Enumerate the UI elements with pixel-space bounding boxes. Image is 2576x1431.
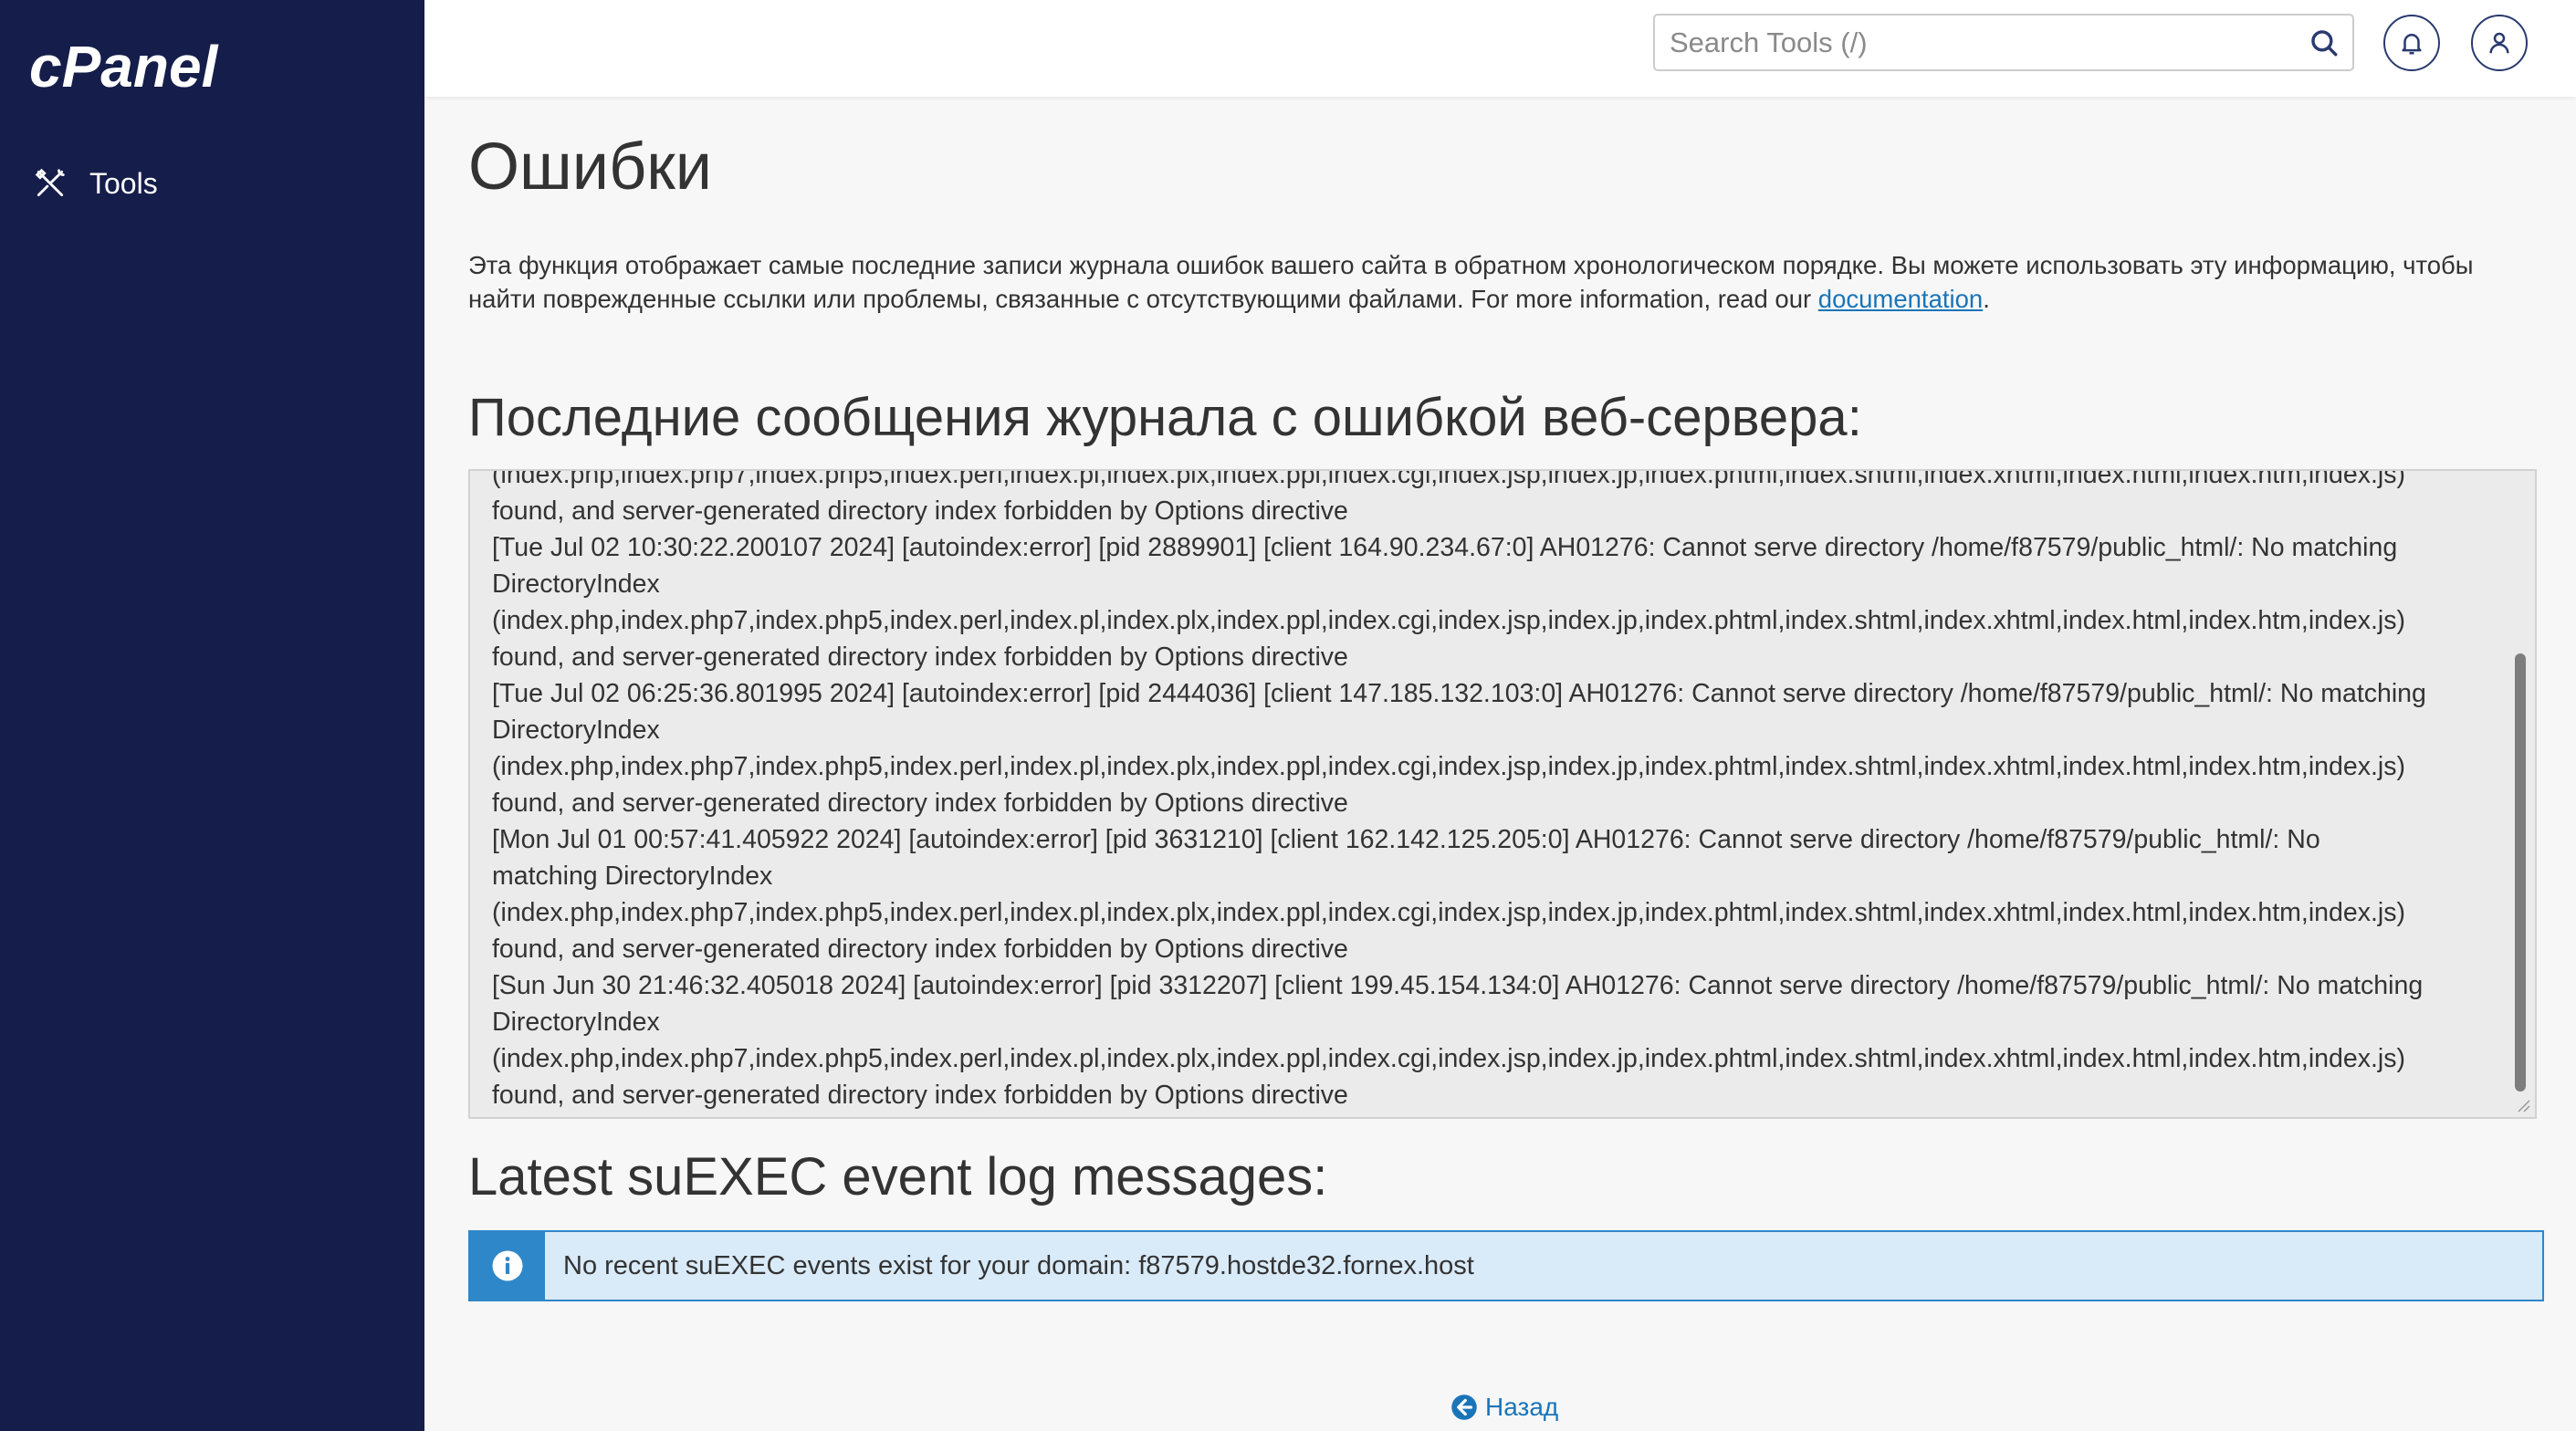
- documentation-link[interactable]: documentation: [1818, 285, 1983, 313]
- user-menu-button[interactable]: [2471, 15, 2528, 71]
- info-icon: [492, 1250, 523, 1281]
- error-log-content: (index.php,index.php7,index.php5,index.p…: [492, 469, 2426, 1110]
- arrow-left-circle-icon: [1451, 1394, 1477, 1420]
- svg-text:cPanel: cPanel: [29, 37, 219, 99]
- error-log-scrollbar[interactable]: [2515, 653, 2526, 1092]
- notifications-button[interactable]: [2383, 15, 2440, 71]
- error-log-textarea[interactable]: (index.php,index.php7,index.php5,index.p…: [468, 469, 2537, 1119]
- back-link-label: Назад: [1485, 1393, 1559, 1421]
- page-description: Эта функция отображает самые последние з…: [468, 248, 2531, 316]
- sidebar-item-label: Tools: [89, 166, 158, 200]
- top-header: [424, 0, 2576, 97]
- error-log-title: Последние сообщения журнала с ошибкой ве…: [468, 388, 1862, 447]
- suexec-alert-text: No recent suEXEC events exist for your d…: [563, 1250, 1474, 1280]
- description-end: .: [1983, 285, 1990, 313]
- user-icon: [2489, 32, 2509, 54]
- tools-icon: [35, 168, 65, 197]
- cpanel-logo[interactable]: cPanel: [29, 37, 248, 100]
- suexec-info-alert: No recent suEXEC events exist for your d…: [468, 1230, 2544, 1301]
- search-box: [1653, 14, 2354, 71]
- description-text: Эта функция отображает самые последние з…: [468, 251, 2474, 313]
- search-icon[interactable]: [2309, 27, 2340, 58]
- page-title: Ошибки: [468, 131, 712, 204]
- resize-grip-icon[interactable]: [2515, 1097, 2531, 1113]
- sidebar-item-tools[interactable]: Tools: [33, 162, 158, 204]
- bell-icon: [2402, 34, 2422, 55]
- sidebar: cPanel Tools: [0, 0, 424, 1431]
- back-link[interactable]: Назад: [1450, 1393, 1558, 1422]
- search-input[interactable]: [1655, 16, 2276, 69]
- info-icon-box: [470, 1232, 545, 1300]
- suexec-log-title: Latest suEXEC event log messages:: [468, 1147, 1328, 1206]
